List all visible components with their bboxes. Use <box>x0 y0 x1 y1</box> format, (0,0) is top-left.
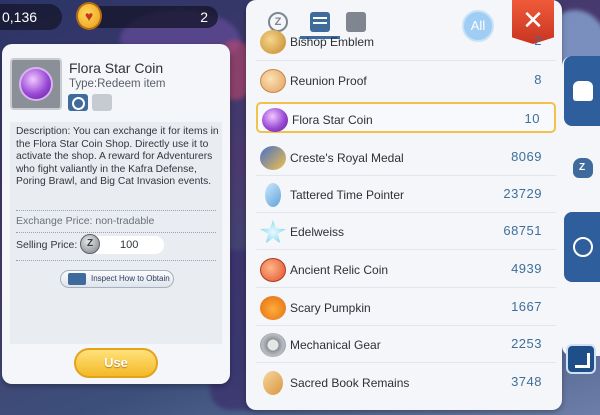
backpack-icon <box>573 81 593 101</box>
item-label: Mechanical Gear <box>290 338 381 352</box>
divider <box>256 212 556 213</box>
item-label: Edelweiss <box>290 225 345 239</box>
edelweiss-icon <box>260 220 286 244</box>
item-label: Ancient Relic Coin <box>290 263 389 277</box>
hud-coin-count: 2 <box>86 6 218 28</box>
bishop-emblem-icon <box>260 30 286 54</box>
reunion-proof-icon <box>260 69 286 93</box>
list-item[interactable]: Creste's Royal Medal 8069 <box>256 142 556 173</box>
list-item[interactable]: Edelweiss 68751 <box>256 216 556 247</box>
inspect-label: Inspect How to Obtain <box>91 274 170 283</box>
description-box: Description: You can exchange it for ite… <box>10 122 222 344</box>
divider <box>16 232 216 233</box>
list-item[interactable]: Sacred Book Remains 3748 <box>256 367 556 398</box>
divider <box>256 249 556 250</box>
item-label: Tattered Time Pointer <box>290 188 405 202</box>
item-label: Reunion Proof <box>290 74 367 88</box>
item-label: Flora Star Coin <box>292 113 373 127</box>
flora-star-coin-icon <box>19 67 53 101</box>
item-type: Type:Redeem item <box>69 78 166 90</box>
hexagram-icon <box>573 237 593 257</box>
inspect-how-to-obtain-button[interactable]: Inspect How to Obtain <box>60 270 174 288</box>
side-tab-backpack[interactable] <box>564 56 600 126</box>
royal-medal-icon <box>260 146 286 170</box>
item-quantity: 8 <box>534 72 542 87</box>
list-item-selected[interactable]: Flora Star Coin 10 <box>256 102 556 133</box>
expand-icon[interactable] <box>566 344 596 374</box>
list-item[interactable]: Mechanical Gear 2253 <box>256 329 556 360</box>
item-quantity: 68751 <box>503 223 542 238</box>
gear-icon <box>260 333 286 357</box>
time-pointer-icon <box>265 183 281 207</box>
item-description: Description: You can exchange it for ite… <box>16 126 219 188</box>
item-label: Scary Pumpkin <box>290 301 371 315</box>
list-item[interactable]: Ancient Relic Coin 4939 <box>256 254 556 285</box>
item-quantity: 4939 <box>511 261 542 276</box>
item-quantity: 3748 <box>511 374 542 389</box>
side-menu <box>562 56 600 356</box>
divider <box>256 175 556 176</box>
item-quantity: 8069 <box>511 149 542 164</box>
item-quantity: 1667 <box>511 299 542 314</box>
item-label: Sacred Book Remains <box>290 376 410 390</box>
item-label: Bishop Emblem <box>290 35 375 49</box>
zeny-bag-icon <box>573 158 593 178</box>
item-quantity: 2 <box>534 33 542 48</box>
list-item[interactable]: Reunion Proof 8 <box>256 65 556 96</box>
list-item[interactable]: Tattered Time Pointer 23729 <box>256 179 556 210</box>
side-tab-magic[interactable] <box>564 212 600 282</box>
divider <box>256 362 556 363</box>
item-quantity: 23729 <box>503 186 542 201</box>
item-label: Creste's Royal Medal <box>290 151 404 165</box>
use-button[interactable]: Use <box>74 348 158 378</box>
divider <box>16 210 216 211</box>
heart-coin-icon[interactable]: ♥ <box>76 2 102 30</box>
hud-currency-left: 0,136 <box>0 4 62 30</box>
item-quantity: 2253 <box>511 336 542 351</box>
divider <box>16 260 216 261</box>
side-tab-zeny-bag[interactable] <box>564 134 600 204</box>
sacred-book-icon <box>263 371 283 395</box>
inspect-icon <box>68 273 86 285</box>
item-name: Flora Star Coin <box>69 60 164 76</box>
inspect-icon[interactable] <box>68 94 88 111</box>
pumpkin-icon <box>260 296 286 320</box>
zeny-icon: Z <box>80 234 100 254</box>
inventory-panel: Z All ✕ Bishop Emblem 2 Reunion Proof 8 … <box>246 0 562 410</box>
divider <box>256 287 556 288</box>
divider <box>256 325 556 326</box>
selling-price-label: Selling Price: <box>16 239 78 251</box>
item-detail-panel: Flora Star Coin Type:Redeem item Descrip… <box>2 44 230 384</box>
list-item[interactable]: Scary Pumpkin 1667 <box>256 292 556 323</box>
exchange-price: Exchange Price: non-tradable <box>16 215 155 227</box>
divider <box>256 60 556 61</box>
card-slot-icon[interactable] <box>92 94 112 111</box>
list-item[interactable]: Bishop Emblem 2 <box>256 26 556 57</box>
item-quantity: 10 <box>524 111 540 126</box>
item-thumbnail <box>10 58 62 110</box>
flora-star-coin-icon <box>262 108 288 132</box>
ancient-relic-coin-icon <box>260 258 286 282</box>
